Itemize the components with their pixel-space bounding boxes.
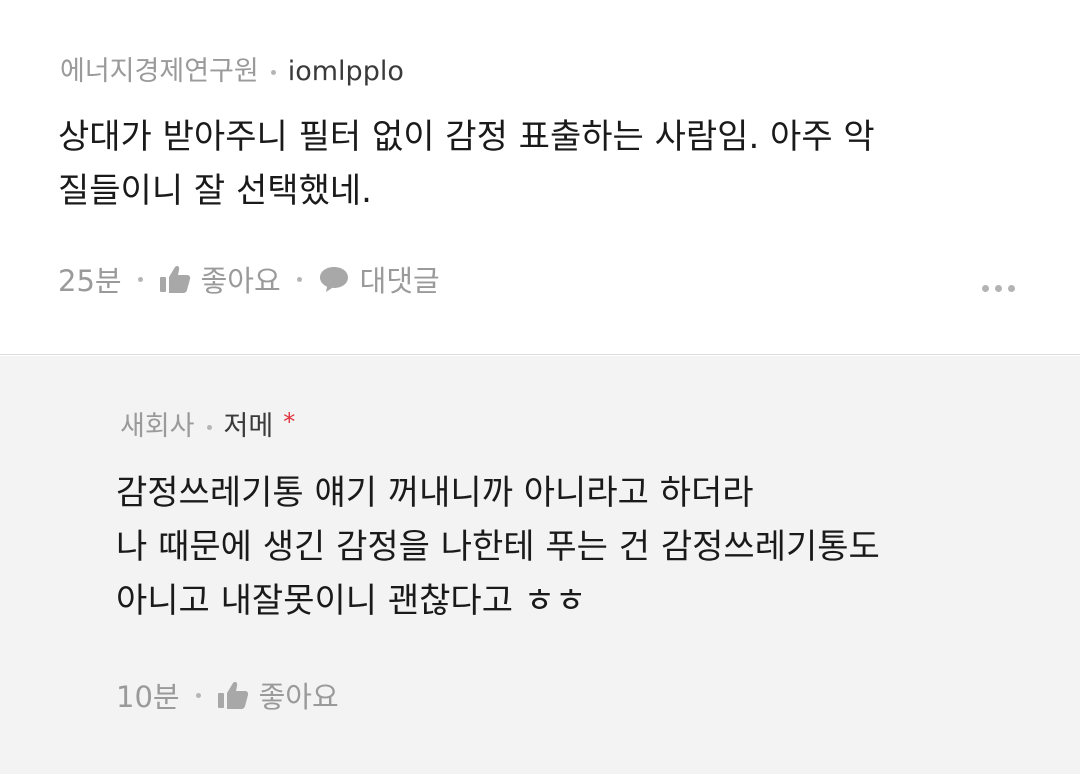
separator-dot xyxy=(206,424,212,430)
reply-comment: 새회사 저메 * 감정쓰레기통 얘기 꺼내니까 아니라고 하더라 나 때문에 생… xyxy=(0,356,1080,774)
thumbs-up-icon xyxy=(217,682,248,709)
author-marker: * xyxy=(283,408,296,436)
author-name[interactable]: iomlpplo xyxy=(288,55,404,89)
like-button[interactable]: 좋아요 xyxy=(159,258,281,300)
comment-actions: 10분 좋아요 xyxy=(116,674,339,716)
speech-bubble-icon xyxy=(319,267,348,292)
separator-dot xyxy=(137,276,143,282)
company-name: 새회사 xyxy=(120,411,195,442)
timestamp: 10분 xyxy=(116,680,180,714)
reply-label: 대댓글 xyxy=(359,264,440,298)
more-dots-icon[interactable] xyxy=(982,285,1015,292)
comment: 에너지경제연구원 iomlpplo 상대가 받아주니 필터 없이 감정 표출하는… xyxy=(0,0,1080,355)
comment-text: 감정쓰레기통 얘기 꺼내니까 아니라고 하더라 나 때문에 생긴 감정을 나한테… xyxy=(116,473,880,621)
separator-dot xyxy=(195,692,201,698)
like-label: 좋아요 xyxy=(200,264,281,298)
like-button[interactable]: 좋아요 xyxy=(217,674,339,716)
comment-meta: 새회사 저메 * xyxy=(120,408,295,444)
timestamp: 25분 xyxy=(58,264,122,298)
company-name: 에너지경제연구원 xyxy=(60,56,259,87)
separator-dot xyxy=(270,69,276,75)
author-name[interactable]: 저메 xyxy=(224,410,274,444)
reply-button[interactable]: 대댓글 xyxy=(318,258,440,300)
like-label: 좋아요 xyxy=(258,680,339,714)
comment-text: 상대가 받아주니 필터 없이 감정 표출하는 사람임. 아주 악 질들이니 잘 … xyxy=(58,117,875,211)
comment-actions: 25분 좋아요 대댓글 xyxy=(58,258,440,300)
separator-dot xyxy=(296,276,302,282)
thumbs-up-icon xyxy=(159,266,190,293)
comment-meta: 에너지경제연구원 iomlpplo xyxy=(60,55,404,89)
